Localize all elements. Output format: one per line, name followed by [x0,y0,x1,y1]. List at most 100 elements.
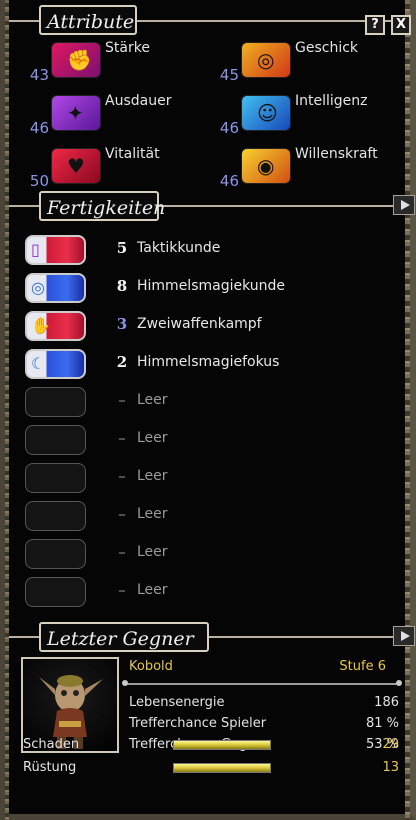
enemy-bar: Schaden 29 [23,737,399,755]
attribute-5[interactable]: 50 ♥ Vitalität [23,146,203,190]
attribute-glyph: ✊ [67,48,92,72]
dual-wield-icon[interactable]: ✋ [25,311,86,341]
skill-name: Leer [137,468,168,484]
skill-name: Leer [137,582,168,598]
stamina-icon: ✦ [51,95,101,131]
empty-slot-icon[interactable] [25,463,86,493]
attributes-title: Attribute [39,5,137,35]
right-frame [405,0,410,820]
attribute-glyph: ☺ [257,101,278,125]
enemy-name: Kobold [129,659,173,674]
empty-slot-icon[interactable] [25,539,86,569]
enemy-title: Letzter Gegner 1 [39,622,209,680]
close-button[interactable]: X [391,15,411,35]
vitality-icon: ♥ [51,148,101,184]
skill-level: – [118,467,126,485]
attribute-label: Willenskraft [295,146,378,162]
bar-fill [174,764,270,772]
skill-slot-empty[interactable]: – Leer [25,425,405,457]
attribute-value: 46 [219,119,239,137]
attribute-value: 50 [29,172,49,190]
skill-slot[interactable]: ◎ 8 Himmelsmagiekunde [25,273,405,305]
bar-label: Schaden [23,737,80,752]
character-panel: Attribute ? X 43 ✊ Stärke 45 ◎ Geschick 46 ✦ Aus… [0,0,416,820]
attribute-value: 46 [219,172,239,190]
skill-slot-empty[interactable]: – Leer [25,387,405,419]
sky-focus-icon[interactable]: ☾ [25,349,86,379]
attribute-3[interactable]: 46 ✦ Ausdauer [23,93,203,137]
help-button[interactable]: ? [365,15,385,35]
attribute-1[interactable]: 43 ✊ Stärke [23,40,203,84]
tactics-icon[interactable]: ▯ [25,235,86,265]
intelligence-icon: ☺ [241,95,291,131]
skill-level: 3 [116,315,128,333]
skill-level: – [118,429,126,447]
left-frame [5,0,9,820]
attribute-label: Intelligenz [295,93,368,109]
attribute-value: 43 [29,66,49,84]
enemy-bar: Rüstung 13 [23,760,399,778]
attribute-glyph: ♥ [67,154,85,178]
skills-expand-button[interactable] [393,195,415,215]
skill-name: Leer [137,430,168,446]
attribute-value: 46 [29,119,49,137]
attribute-6[interactable]: 46 ◉ Willenskraft [213,146,393,190]
skill-level: – [118,505,126,523]
skill-slot-empty[interactable]: – Leer [25,463,405,495]
skills-title: Fertigkeiten [39,191,165,221]
empty-slot-icon[interactable] [25,387,86,417]
dexterity-icon: ◎ [241,42,291,78]
skill-level: 5 [116,239,128,257]
skill-slot-empty[interactable]: – Leer [25,577,405,609]
stat-value: 186 [374,695,399,710]
stat-label: Lebensenergie [129,695,225,710]
enemy-expand-button[interactable] [393,626,415,646]
attribute-glyph: ◉ [257,154,275,178]
empty-slot-icon[interactable] [25,501,86,531]
empty-slot-icon[interactable] [25,577,86,607]
skill-glyph: ☾ [31,354,46,373]
attribute-label: Stärke [105,40,150,56]
enemy-stat: Trefferchance Spieler 81 % [129,716,399,731]
skill-name: Zweiwaffenkampf [137,316,262,332]
skill-slot[interactable]: ▯ 5 Taktikkunde [25,235,405,267]
bar-track [173,763,271,773]
sky-magic-icon[interactable]: ◎ [25,273,86,303]
bar-fill [174,741,270,749]
skill-level: 8 [116,277,128,295]
attribute-4[interactable]: 46 ☺ Intelligenz [213,93,393,137]
attribute-label: Vitalität [105,146,160,162]
enemy-separator [122,680,402,686]
willpower-icon: ◉ [241,148,291,184]
attribute-label: Ausdauer [105,93,172,109]
skill-slot-empty[interactable]: – Leer [25,501,405,533]
skill-name: Leer [137,506,168,522]
attribute-2[interactable]: 45 ◎ Geschick [213,40,393,84]
attribute-value: 45 [219,66,239,84]
attribute-label: Geschick [295,40,359,56]
empty-slot-icon[interactable] [25,425,86,455]
stat-label: Trefferchance Spieler [129,716,267,731]
stat-value: 81 % [365,716,399,731]
skill-level: – [118,391,126,409]
attribute-glyph: ✦ [67,101,84,125]
enemy-level: Stufe 6 [339,659,386,674]
skill-slot-empty[interactable]: – Leer [25,539,405,571]
attribute-glyph: ◎ [257,48,275,72]
bar-value: 29 [382,737,399,752]
enemy-stat: Lebensenergie 186 [129,695,399,710]
bar-label: Rüstung [23,760,77,775]
skill-glyph: ◎ [31,278,45,297]
skill-name: Leer [137,392,168,408]
skill-level: – [118,543,126,561]
bar-value: 13 [382,760,399,775]
skill-name: Himmelsmagiefokus [137,354,280,370]
skill-glyph: ▯ [31,240,40,259]
skill-name: Himmelsmagiekunde [137,278,286,294]
skill-level: 2 [116,353,128,371]
skill-name: Leer [137,544,168,560]
skill-slot[interactable]: ✋ 3 Zweiwaffenkampf [25,311,405,343]
strength-icon: ✊ [51,42,101,78]
skill-slot[interactable]: ☾ 2 Himmelsmagiefokus [25,349,405,381]
skill-glyph: ✋ [31,316,51,335]
